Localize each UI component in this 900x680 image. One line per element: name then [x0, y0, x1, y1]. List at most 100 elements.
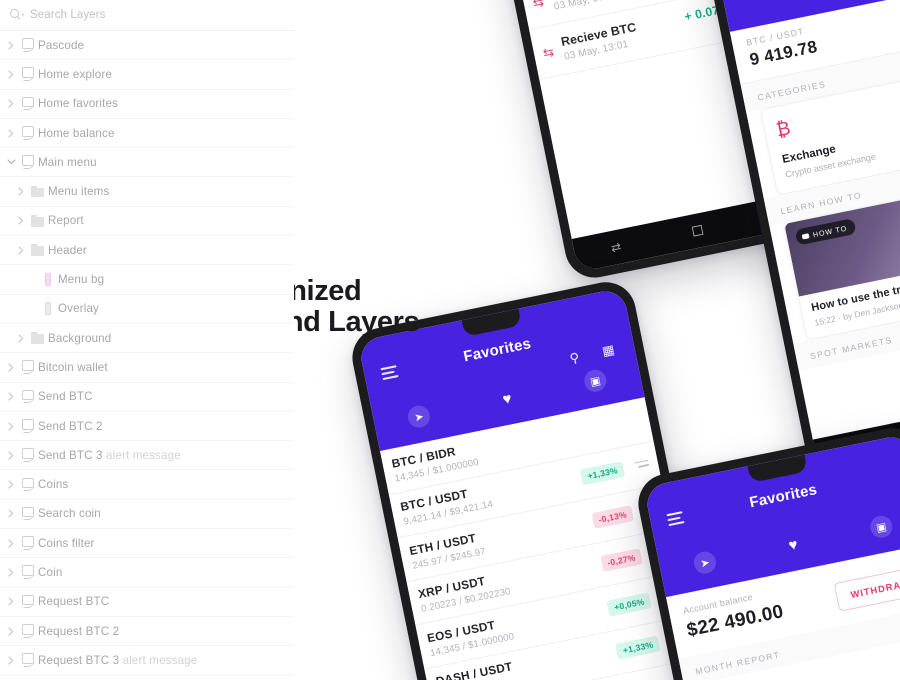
folder-icon: [28, 332, 48, 344]
layer-row[interactable]: Send BTC 3 alert message: [0, 441, 294, 471]
chevron-right-icon[interactable]: [4, 99, 18, 108]
artboard-icon: [18, 126, 38, 140]
layer-row[interactable]: Header: [0, 236, 294, 266]
layer-row[interactable]: Coins filter: [0, 529, 294, 559]
layer-row[interactable]: Pascode: [0, 31, 294, 61]
layers-list[interactable]: Pascode Home explore Home favorites Home ba…: [0, 31, 294, 680]
heart-icon: ♥: [501, 389, 514, 408]
layer-name-muted: alert message: [106, 448, 181, 462]
artboard-icon: [18, 506, 38, 521]
layer-row[interactable]: Overlay: [0, 295, 294, 324]
layer-name: Request BTC 2: [38, 624, 120, 638]
artboard-icon: [18, 96, 38, 111]
chevron-right-icon[interactable]: [4, 597, 18, 606]
rect-shape-gray-icon: [38, 302, 58, 316]
artboard-icon: [18, 448, 38, 462]
layer-name: Bitcoin wallet: [38, 360, 108, 374]
layer-row[interactable]: Search coin: [0, 500, 294, 530]
withdraw-button[interactable]: WITHDRAW: [834, 565, 900, 612]
chevron-right-icon[interactable]: [4, 539, 18, 548]
layer-name-main: Request BTC 3: [38, 653, 123, 667]
artboard-icon: [18, 536, 38, 550]
layer-row[interactable]: Request BTC: [0, 588, 294, 617]
tab-wallet[interactable]: ▣: [833, 498, 900, 555]
chevron-right-icon[interactable]: [4, 480, 18, 489]
layer-name: Coin: [38, 565, 63, 579]
layer-name: Main menu: [38, 155, 97, 169]
layer-name: Send BTC 2: [38, 419, 103, 433]
chevron-right-icon[interactable]: [4, 392, 18, 401]
layer-row[interactable]: Report: [0, 207, 294, 237]
chevron-right-icon[interactable]: [4, 70, 18, 79]
layer-row[interactable]: Bitcoin wallet: [0, 353, 294, 383]
layer-row[interactable]: Request BTC 3 alert message: [0, 646, 294, 676]
chevron-right-icon[interactable]: [4, 421, 18, 431]
search-icon: [10, 8, 25, 22]
chevron-right-icon[interactable]: [14, 187, 28, 196]
chevron-right-icon[interactable]: [4, 656, 18, 665]
chevron-right-icon[interactable]: [4, 626, 18, 636]
badge-label: HOW TO: [812, 223, 848, 239]
layer-row[interactable]: Menu bg: [0, 265, 294, 295]
phone-screen-balance: Favorites ➤ ♥ ▣ Account balance $22 490.…: [643, 433, 900, 680]
search-layers-placeholder: Search Layers: [30, 9, 106, 21]
artboard-icon: [18, 38, 38, 52]
recents-icon[interactable]: ⇄: [610, 239, 623, 255]
layer-row[interactable]: Send BTC: [0, 383, 294, 412]
compass-icon: ➤: [405, 403, 432, 430]
artboard-icon: [18, 653, 38, 667]
layer-row[interactable]: Home balance: [0, 119, 294, 149]
layer-name: Send BTC 3 alert message: [38, 449, 181, 462]
folder-icon: [28, 214, 48, 227]
layer-row[interactable]: BTC Address: [0, 676, 294, 680]
search-layers-row[interactable]: Search Layers: [0, 0, 294, 31]
pair-change-badge: -0,27%: [600, 548, 643, 573]
layer-name: Menu items: [48, 185, 110, 199]
layer-row[interactable]: Home favorites: [0, 90, 294, 119]
screenshot-canvas: ⇆Send BTC11 July, 17:05- 0.043010 BTC- $…: [0, 0, 900, 680]
layer-row[interactable]: Menu items: [0, 177, 294, 207]
phone-notch: [461, 308, 522, 337]
layer-row[interactable]: Coin: [0, 558, 294, 588]
home-icon[interactable]: [691, 224, 704, 237]
drag-handle-icon[interactable]: [634, 459, 650, 471]
chevron-right-icon[interactable]: [4, 509, 18, 518]
compass-icon: ➤: [691, 549, 718, 576]
layer-row[interactable]: Background: [0, 324, 294, 354]
chevron-right-icon[interactable]: [4, 128, 18, 138]
chevron-down-icon[interactable]: [4, 159, 18, 165]
layer-name: Menu bg: [58, 273, 105, 287]
layer-row[interactable]: Main menu: [0, 148, 294, 178]
layer-name: Coins filter: [38, 536, 95, 550]
pair-change-badge: +0,05%: [606, 592, 652, 617]
chevron-right-icon[interactable]: [14, 216, 28, 226]
how-to-badge: HOW TO: [794, 218, 857, 246]
layer-row[interactable]: Request BTC 2: [0, 617, 294, 647]
phone-mockup-balance: Favorites ➤ ♥ ▣ Account balance $22 490.…: [633, 422, 900, 680]
artboard-icon: [18, 565, 38, 579]
heart-icon: ♥: [787, 535, 800, 554]
chevron-right-icon[interactable]: [4, 568, 18, 577]
folder-icon: [28, 185, 48, 198]
artboard-icon: [18, 155, 38, 169]
layer-name-muted: alert message: [122, 653, 198, 667]
layer-name: Search coin: [38, 507, 101, 521]
artboard-icon: [18, 624, 38, 638]
layer-row[interactable]: Home explore: [0, 60, 294, 90]
phone-notch: [747, 454, 808, 483]
chevron-right-icon[interactable]: [4, 363, 18, 372]
layer-row[interactable]: Send BTC 2: [0, 412, 294, 442]
layer-name: Home favorites: [38, 97, 119, 111]
chevron-right-icon[interactable]: [14, 334, 28, 343]
wallet-icon: ▣: [868, 513, 895, 540]
pair-change-badge: -0,13%: [591, 504, 634, 529]
chevron-right-icon[interactable]: [4, 451, 18, 460]
layer-name: Pascode: [38, 38, 85, 52]
layer-name: Report: [48, 214, 84, 228]
chevron-right-icon[interactable]: [4, 41, 18, 50]
rect-shape-pink-icon: [38, 273, 58, 287]
layer-row[interactable]: Coins: [0, 470, 294, 500]
chevron-right-icon[interactable]: [14, 246, 28, 255]
transfer-arrows-icon: ⇆: [541, 43, 556, 61]
artboard-icon: [18, 360, 38, 374]
